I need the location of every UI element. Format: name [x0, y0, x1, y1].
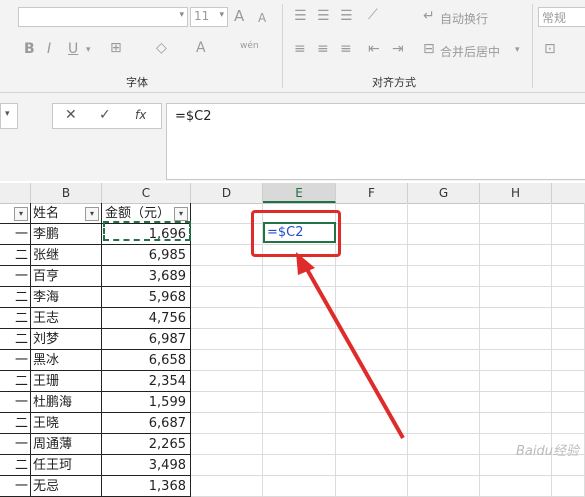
cell[interactable]	[480, 476, 552, 497]
table-row: 一无忌 1,368	[0, 476, 585, 497]
annotation-arrow	[296, 252, 405, 439]
cell[interactable]	[552, 476, 585, 497]
watermark: Baidu经验	[516, 444, 579, 459]
annotation-arrow-line	[302, 263, 405, 439]
annotation-arrow-head	[296, 252, 315, 275]
cell[interactable]: 无忌	[31, 476, 102, 497]
cell[interactable]	[191, 476, 263, 497]
cell[interactable]	[408, 476, 480, 497]
cell[interactable]: 1,368	[102, 476, 191, 497]
cell[interactable]	[263, 476, 336, 497]
cell[interactable]: 一	[0, 476, 31, 497]
cell[interactable]	[336, 476, 408, 497]
